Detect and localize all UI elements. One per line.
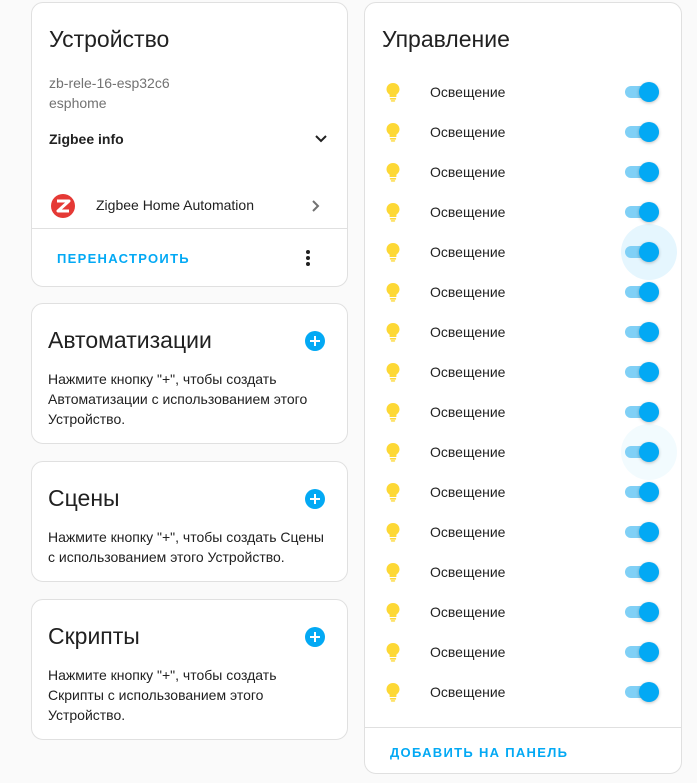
lightbulb-icon[interactable] [385,682,401,702]
control-label[interactable]: Освещение [430,644,505,660]
lightbulb-icon[interactable] [385,322,401,342]
lightbulb-icon[interactable] [385,202,401,222]
device-model: zb-rele-16-esp32c6 [49,75,170,91]
control-label[interactable]: Освещение [430,604,505,620]
lightbulb-icon[interactable] [385,282,401,302]
control-label[interactable]: Освещение [430,284,505,300]
lightbulb-icon[interactable] [385,482,401,502]
control-label[interactable]: Освещение [430,524,505,540]
reconfigure-button[interactable]: ПЕРЕНАСТРОИТЬ [57,251,190,266]
device-manufacturer: esphome [49,95,107,111]
control-label[interactable]: Освещение [430,204,505,220]
kebab-menu-icon[interactable] [305,250,311,268]
light-toggle[interactable] [623,560,663,584]
control-label[interactable]: Освещение [430,564,505,580]
automations-card: Автоматизации Нажмите кнопку "+", чтобы … [31,303,348,444]
control-label[interactable]: Освещение [430,484,505,500]
light-toggle[interactable] [623,680,663,704]
integration-link[interactable]: Zigbee Home Automation [32,185,347,225]
light-toggle[interactable] [621,224,677,280]
scenes-title: Сцены [48,485,120,511]
control-row: Освещение [365,312,681,352]
lightbulb-icon[interactable] [385,522,401,542]
control-row: Освещение [365,424,681,480]
control-row: Освещение [365,632,681,672]
control-row: Освещение [365,112,681,152]
lightbulb-icon[interactable] [385,402,401,422]
zigbee-info-expander[interactable]: Zigbee info [49,131,124,147]
scripts-card: Скрипты Нажмите кнопку "+", чтобы создат… [31,599,348,740]
chevron-down-icon[interactable] [313,130,329,146]
light-toggle[interactable] [623,120,663,144]
light-toggle[interactable] [623,400,663,424]
control-row: Освещение [365,272,681,312]
device-info-card: Устройство zb-rele-16-esp32c6 esphome Zi… [31,2,348,287]
control-row: Освещение [365,192,681,232]
light-toggle[interactable] [623,80,663,104]
control-row: Освещение [365,72,681,112]
light-toggle[interactable] [623,640,663,664]
control-row: Освещение [365,224,681,280]
light-toggle[interactable] [623,520,663,544]
control-label[interactable]: Освещение [430,324,505,340]
lightbulb-icon[interactable] [385,362,401,382]
control-row: Освещение [365,512,681,552]
control-label[interactable]: Освещение [430,244,505,260]
control-label[interactable]: Освещение [430,684,505,700]
light-toggle[interactable] [623,200,663,224]
light-toggle[interactable] [623,480,663,504]
zigbee-logo-icon [51,194,75,218]
lightbulb-icon[interactable] [385,122,401,142]
add-script-button[interactable] [305,627,325,647]
add-to-panel-button[interactable]: ДОБАВИТЬ НА ПАНЕЛЬ [390,745,568,760]
controls-card-title: Управление [382,26,510,52]
scenes-hint: Нажмите кнопку "+", чтобы создать Сцены … [48,529,324,565]
chevron-right-icon [312,200,320,212]
control-row: Освещение [365,152,681,192]
automations-title: Автоматизации [48,327,212,353]
light-toggle[interactable] [623,280,663,304]
scripts-title: Скрипты [48,623,140,649]
control-label[interactable]: Освещение [430,164,505,180]
control-row: Освещение [365,392,681,432]
card-divider [365,727,681,728]
scripts-hint: Нажмите кнопку "+", чтобы создать Скрипт… [48,667,277,723]
lightbulb-icon[interactable] [385,162,401,182]
control-label[interactable]: Освещение [430,364,505,380]
add-scene-button[interactable] [305,489,325,509]
light-toggle[interactable] [623,320,663,344]
control-label[interactable]: Освещение [430,124,505,140]
control-label[interactable]: Освещение [430,444,505,460]
integration-label: Zigbee Home Automation [96,197,254,213]
control-row: Освещение [365,592,681,632]
lightbulb-icon[interactable] [385,562,401,582]
lightbulb-icon[interactable] [385,602,401,622]
control-label[interactable]: Освещение [430,84,505,100]
light-toggle[interactable] [623,600,663,624]
add-automation-button[interactable] [305,331,325,351]
control-row: Освещение [365,672,681,712]
light-toggle[interactable] [621,424,677,480]
device-card-title: Устройство [49,26,170,52]
control-label[interactable]: Освещение [430,404,505,420]
card-divider [32,228,347,229]
lightbulb-icon[interactable] [385,242,401,262]
automations-hint: Нажмите кнопку "+", чтобы создать Автома… [48,371,308,427]
control-row: Освещение [365,552,681,592]
control-row: Освещение [365,352,681,392]
lightbulb-icon[interactable] [385,82,401,102]
light-toggle[interactable] [623,360,663,384]
lightbulb-icon[interactable] [385,442,401,462]
control-row: Освещение [365,472,681,512]
controls-card: Управление Освещение Освещение Освещение Ос… [364,2,682,774]
light-toggle[interactable] [623,160,663,184]
scenes-card: Сцены Нажмите кнопку "+", чтобы создать … [31,461,348,582]
lightbulb-icon[interactable] [385,642,401,662]
